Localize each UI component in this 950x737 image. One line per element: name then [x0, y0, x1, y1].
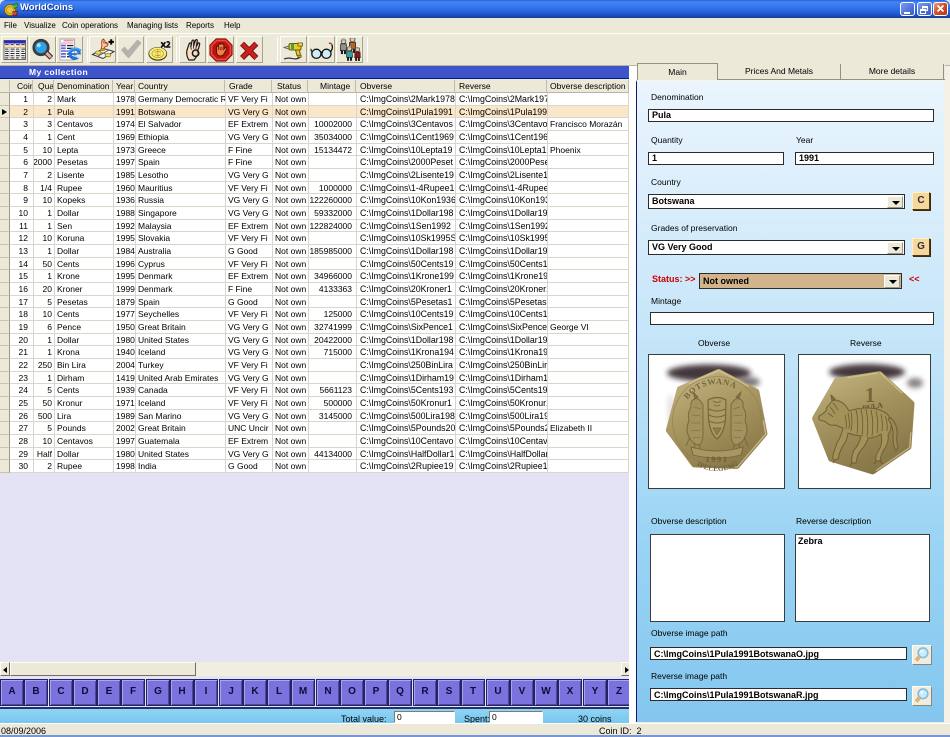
svg-text:1991: 1991: [706, 454, 729, 464]
